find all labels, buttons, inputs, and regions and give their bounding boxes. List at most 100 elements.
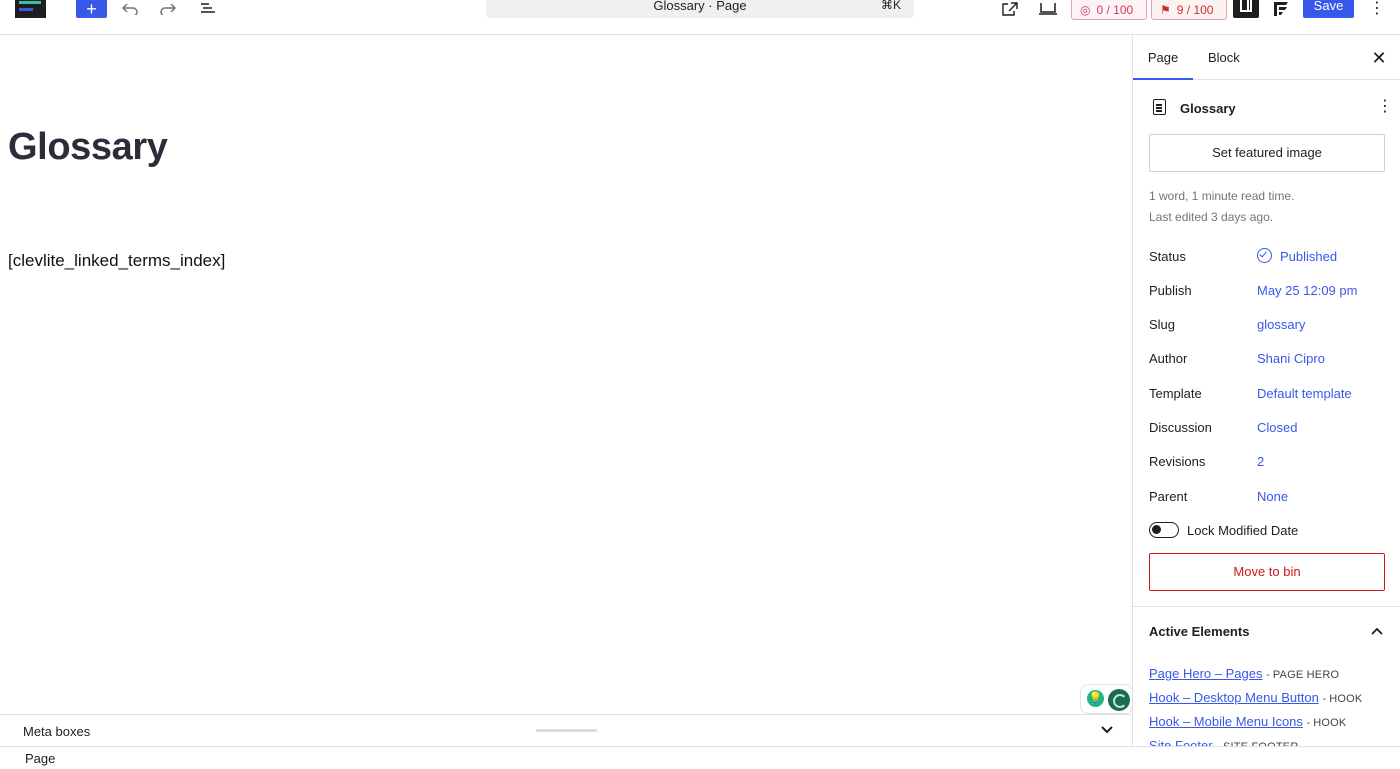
- readability-score-badge[interactable]: ⚑ 9 / 100: [1151, 0, 1227, 20]
- template-button[interactable]: Default template: [1257, 386, 1352, 401]
- status-value-button[interactable]: Published: [1280, 249, 1337, 264]
- list-item: Site Footer - SITE FOOTER: [1149, 738, 1394, 746]
- page-icon: [1153, 99, 1166, 115]
- document-title-bar: Glossary · Page: [653, 0, 747, 13]
- plus-icon: +: [86, 0, 97, 19]
- resize-handle[interactable]: [536, 729, 597, 732]
- slug-button[interactable]: glossary: [1257, 317, 1305, 332]
- options-menu-button[interactable]: ⋮: [1368, 0, 1386, 18]
- element-link[interactable]: Site Footer: [1149, 738, 1213, 746]
- prop-revisions: Revisions 2: [1149, 451, 1389, 471]
- active-elements-title: Active Elements: [1149, 624, 1250, 639]
- shortcode-block[interactable]: [clevlite_linked_terms_index]: [8, 251, 225, 271]
- block-breadcrumb[interactable]: Page: [25, 751, 55, 766]
- view-page-button[interactable]: [998, 0, 1022, 18]
- settings-sidebar: Page Block ✕ Glossary ⋮ Set featured ima…: [1132, 36, 1400, 746]
- panel-divider: [1133, 606, 1400, 607]
- set-featured-image-button[interactable]: Set featured image: [1149, 134, 1385, 172]
- tab-block[interactable]: Block: [1208, 36, 1242, 80]
- list-item: Hook – Desktop Menu Button - HOOK: [1149, 690, 1394, 705]
- move-to-bin-button[interactable]: Move to bin: [1149, 553, 1385, 591]
- floating-assistant-badges: 💡: [1080, 684, 1133, 714]
- list-item: Hook – Mobile Menu Icons - HOOK: [1149, 714, 1394, 729]
- lightbulb-icon[interactable]: 💡: [1087, 690, 1104, 707]
- preview-button[interactable]: [1036, 0, 1060, 18]
- more-vertical-icon: ⋮: [1377, 98, 1393, 115]
- collapse-panel-button[interactable]: [1367, 622, 1387, 640]
- redo-button[interactable]: [156, 0, 180, 18]
- element-link[interactable]: Page Hero – Pages: [1149, 666, 1262, 681]
- more-vertical-icon: ⋮: [1369, 0, 1385, 17]
- prop-label: Slug: [1149, 317, 1176, 332]
- sidebar-icon: [1240, 0, 1252, 12]
- chevron-down-icon: [1101, 726, 1113, 734]
- undo-button[interactable]: [118, 0, 142, 18]
- prop-slug: Slug glossary: [1149, 314, 1389, 334]
- undo-icon: [121, 3, 138, 15]
- parent-button[interactable]: None: [1257, 489, 1288, 504]
- site-logo[interactable]: [15, 0, 46, 18]
- meta-boxes-label: Meta boxes: [23, 724, 91, 739]
- close-sidebar-button[interactable]: ✕: [1369, 48, 1389, 68]
- document-overview-button[interactable]: [196, 0, 220, 18]
- author-button[interactable]: Shani Cipro: [1257, 351, 1325, 366]
- document-title: Glossary: [1180, 101, 1236, 116]
- add-block-button[interactable]: +: [76, 0, 107, 18]
- prop-label: Publish: [1149, 283, 1192, 298]
- editor-canvas[interactable]: Glossary [clevlite_linked_terms_index] 💡: [0, 36, 1133, 714]
- grammar-assistant-icon[interactable]: [1108, 689, 1130, 711]
- prop-label: Status: [1149, 249, 1186, 264]
- prop-parent: Parent None: [1149, 486, 1389, 506]
- external-link-icon: [1002, 2, 1018, 16]
- list-item: Page Hero – Pages - PAGE HERO: [1149, 666, 1394, 681]
- separator: -: [1216, 741, 1223, 746]
- meta-boxes-toggle[interactable]: [1100, 723, 1120, 739]
- active-elements-header[interactable]: Active Elements: [1149, 622, 1389, 642]
- prop-label: Parent: [1149, 489, 1188, 504]
- seo-score-badge[interactable]: ◎ 0 / 100: [1071, 0, 1147, 20]
- prop-label: Template: [1149, 386, 1202, 401]
- discussion-button[interactable]: Closed: [1257, 420, 1297, 435]
- redo-icon: [160, 3, 177, 15]
- document-actions-button[interactable]: ⋮: [1377, 98, 1393, 116]
- element-link[interactable]: Hook – Mobile Menu Icons: [1149, 714, 1303, 729]
- settings-toggle-button[interactable]: [1233, 0, 1259, 18]
- check-circle-icon: [1257, 248, 1272, 263]
- last-edited-info: Last edited 3 days ago.: [1149, 210, 1274, 224]
- editor-toolbar: + Glossary · Page ⌘K ◎ 0 / 100 ⚑ 9 / 100…: [0, 0, 1400, 35]
- element-type: PAGE HERO: [1272, 669, 1340, 681]
- prop-discussion: Discussion Closed: [1149, 417, 1389, 437]
- lock-modified-date-toggle[interactable]: [1149, 522, 1179, 538]
- lock-modified-date-label: Lock Modified Date: [1187, 523, 1299, 538]
- save-button[interactable]: Save: [1303, 0, 1354, 18]
- list-view-icon: [201, 3, 215, 13]
- plugin-sidebar-button[interactable]: [1270, 0, 1292, 18]
- prop-author: Author Shani Cipro: [1149, 348, 1389, 368]
- prop-template: Template Default template: [1149, 383, 1389, 403]
- chevron-up-icon: [1371, 627, 1383, 635]
- publish-date-button[interactable]: May 25 12:09 pm: [1257, 283, 1357, 298]
- desktop-preview-icon: [1039, 3, 1057, 15]
- revisions-button[interactable]: 2: [1257, 454, 1264, 469]
- element-type: SITE FOOTER: [1223, 741, 1299, 746]
- prop-label: Revisions: [1149, 454, 1206, 469]
- spiral-icon: ◎: [1080, 2, 1091, 17]
- tab-page[interactable]: Page: [1133, 36, 1193, 80]
- document-card: Glossary ⋮: [1149, 98, 1393, 118]
- word-count-info: 1 word, 1 minute read time.: [1149, 189, 1295, 203]
- plugin-logo-icon: [1274, 2, 1288, 16]
- element-type: HOOK: [1313, 717, 1347, 729]
- prop-label: Author: [1149, 351, 1188, 366]
- command-palette-bar[interactable]: Glossary · Page ⌘K: [486, 0, 914, 18]
- page-title[interactable]: Glossary: [8, 126, 168, 169]
- prop-label: Discussion: [1149, 420, 1212, 435]
- prop-publish: Publish May 25 12:09 pm: [1149, 280, 1389, 300]
- flag-icon: ⚑: [1160, 2, 1171, 17]
- sidebar-tabs: Page Block ✕: [1133, 36, 1400, 80]
- element-type: HOOK: [1329, 693, 1363, 705]
- meta-boxes-panel[interactable]: Meta boxes: [0, 714, 1132, 746]
- seo-score-value: 0 / 100: [1096, 2, 1134, 17]
- editor-footer: Page: [0, 746, 1400, 769]
- lock-modified-date-row: Lock Modified Date: [1149, 520, 1389, 540]
- element-link[interactable]: Hook – Desktop Menu Button: [1149, 690, 1319, 705]
